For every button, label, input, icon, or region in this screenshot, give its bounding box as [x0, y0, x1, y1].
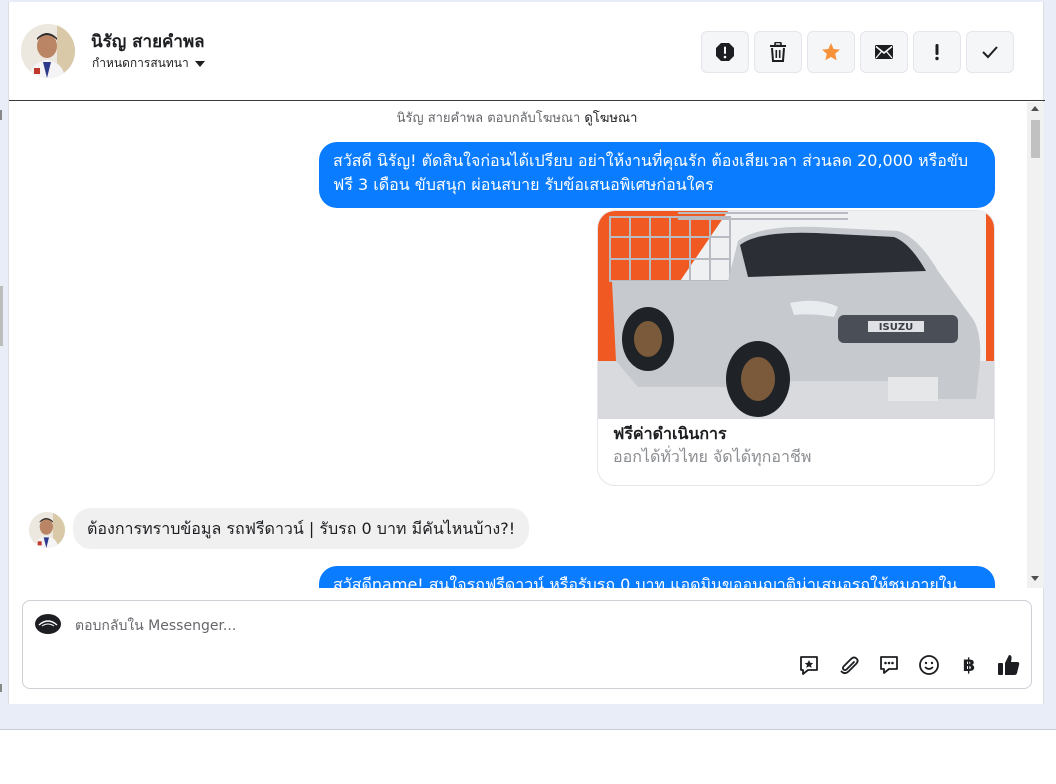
star-button[interactable] — [807, 31, 855, 73]
emoji-button[interactable] — [917, 653, 941, 677]
emoji-icon — [919, 655, 939, 675]
flag-button[interactable] — [913, 31, 961, 73]
view-ad-link[interactable]: ดูโฆษณา — [584, 111, 637, 126]
envelope-icon — [875, 45, 893, 59]
ad-card-title: ฟรีค่าดำเนินการ — [613, 424, 727, 443]
conversation-header: นิรัญ สายคำพล กำหนดการสนทนา — [9, 2, 1045, 101]
assign-label: กำหนดการสนทนา — [92, 56, 189, 70]
attach-button[interactable] — [837, 653, 861, 677]
scroll-thumb[interactable] — [1031, 120, 1040, 158]
outgoing-message: สวัสดีname! สนใจรถฟรีดาวน์ หรือรับรถ 0 บ… — [319, 566, 995, 588]
assign-conversation-dropdown[interactable]: กำหนดการสนทนา — [92, 54, 205, 73]
ad-card[interactable]: ISUZU ฟรีค่าดำเนินการ ออกได้ทั่วไทย จัดไ… — [597, 210, 995, 486]
mark-done-button[interactable] — [966, 31, 1014, 73]
attachment-icon — [840, 656, 859, 675]
report-button[interactable] — [701, 31, 749, 73]
incoming-message: ต้องการทราบข้อมูล รถฟรีดาวน์ | รับรถ 0 บ… — [73, 508, 530, 549]
alert-circle-icon — [716, 43, 734, 61]
delete-button[interactable] — [754, 31, 802, 73]
page-logo-icon — [35, 614, 61, 634]
caret-down-icon — [194, 60, 205, 67]
exclamation-icon — [935, 44, 939, 61]
left-edge-tick — [0, 684, 2, 692]
thread-scrollbar[interactable] — [1027, 102, 1044, 588]
ad-card-image: ISUZU — [598, 211, 994, 419]
trash-icon — [770, 42, 786, 62]
ad-card-subtitle: ออกได้ทั่วไทย จัดได้ทุกอาชีพ — [613, 447, 812, 466]
contact-avatar[interactable] — [21, 24, 75, 78]
scroll-up-arrow-icon[interactable] — [1031, 106, 1039, 111]
quick-reply-icon — [880, 656, 898, 674]
mark-unread-button[interactable] — [860, 31, 908, 73]
ad-card-brand: ISUZU — [879, 322, 913, 333]
outgoing-message: สวัสดี นิรัญ! ตัดสินใจก่อนได้เปรียบ อย่า… — [319, 142, 995, 208]
left-edge-tick — [0, 110, 2, 120]
message-thread: นิรัญ สายคำพล ตอบกลับโฆษณา ดูโฆษณา สวัสดี… — [9, 102, 1045, 588]
reply-input[interactable] — [75, 615, 775, 637]
ad-reply-notice: นิรัญ สายคำพล ตอบกลับโฆษณา ดูโฆษณา — [9, 107, 1025, 128]
payment-button[interactable]: ฿ — [957, 653, 981, 677]
header-actions — [701, 31, 1014, 73]
star-icon — [822, 43, 840, 61]
ad-reply-text: นิรัญ สายคำพล ตอบกลับโฆษณา — [396, 111, 581, 126]
saved-reply-icon — [800, 656, 818, 675]
reply-composer: ฿ — [22, 600, 1032, 689]
baht-icon: ฿ — [962, 654, 976, 676]
check-icon — [982, 46, 998, 59]
window-edge-marker — [0, 286, 3, 346]
contact-name: นิรัญ สายคำพล — [91, 32, 205, 52]
conversation-panel: นิรัญ สายคำพล กำหนดการสนทนา นิรัญ สายคำพ… — [8, 2, 1045, 704]
saved-reply-button[interactable] — [797, 653, 821, 677]
divider — [0, 729, 1056, 730]
scroll-down-arrow-icon[interactable] — [1031, 576, 1039, 581]
thumbs-up-icon — [998, 655, 1020, 675]
quick-reply-button[interactable] — [877, 653, 901, 677]
like-button[interactable] — [997, 653, 1021, 677]
user-avatar — [29, 512, 65, 548]
composer-tools: ฿ — [797, 653, 1021, 677]
